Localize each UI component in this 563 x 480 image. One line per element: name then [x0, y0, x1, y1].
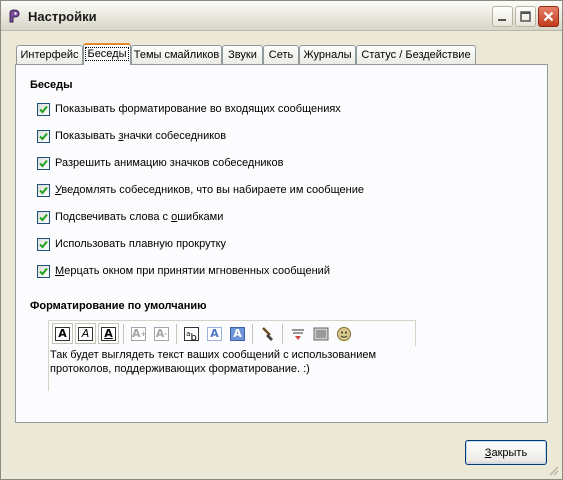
option-label: Мерцать окном при принятии мгновенных со…: [55, 265, 330, 277]
window-title: Настройки: [28, 9, 97, 24]
tab-interface[interactable]: Интерфейс: [16, 45, 83, 64]
tab-sounds[interactable]: Звуки: [222, 45, 263, 64]
checkmark-icon: [39, 105, 48, 113]
checkbox[interactable]: [37, 102, 50, 116]
minimize-icon: [498, 19, 506, 21]
italic-button[interactable]: A: [75, 323, 96, 344]
clear-formatting-button[interactable]: [257, 323, 278, 344]
tab-logging[interactable]: Журналы: [299, 45, 356, 64]
font-bigger-button[interactable]: A+: [128, 323, 149, 344]
background-color-icon: A: [230, 326, 245, 341]
preferences-window: Настройки Интерфейс Беседы Темы смайлико…: [0, 0, 563, 480]
close-icon: [543, 11, 554, 22]
option-label: Показывать значки собеседников: [55, 130, 227, 142]
checkmark-icon: [39, 132, 48, 140]
option-flash-window[interactable]: Мерцать окном при принятии мгновенных со…: [37, 264, 330, 278]
close-button[interactable]: Закрыть: [465, 440, 547, 465]
option-label: Показывать форматирование во входящих со…: [55, 103, 341, 115]
option-highlight-misspelled[interactable]: Подсвечивать слова с ошибками: [37, 210, 223, 224]
checkbox[interactable]: [37, 183, 50, 197]
checkmark-icon: [39, 267, 48, 275]
insert-image-icon: [313, 327, 328, 340]
tab-smiley-themes[interactable]: Темы смайликов: [131, 45, 222, 64]
font-smaller-icon: A-: [154, 326, 169, 341]
option-show-buddy-icons[interactable]: Показывать значки собеседников: [37, 129, 226, 143]
title-bar[interactable]: Настройки: [1, 1, 562, 31]
maximize-button[interactable]: [515, 6, 536, 27]
clear-formatting-icon: [261, 326, 273, 341]
font-smaller-button[interactable]: A-: [151, 323, 172, 344]
checkbox[interactable]: [37, 129, 50, 143]
italic-icon: A: [78, 326, 93, 341]
formatting-toolbar: A A A A+ A- ab A A: [48, 320, 416, 346]
checkbox[interactable]: [37, 156, 50, 170]
checkmark-icon: [39, 240, 48, 248]
bold-button[interactable]: A: [52, 323, 73, 344]
toolbar-separator: [252, 323, 253, 344]
conversations-heading: Беседы: [30, 79, 73, 91]
bold-icon: A: [55, 326, 70, 341]
preview-text-line: протоколов, поддерживающих форматировани…: [50, 363, 310, 375]
option-send-typing-notifications[interactable]: Уведомлять собеседников, что вы набирает…: [37, 183, 364, 197]
toolbar-separator: [282, 323, 283, 344]
option-show-formatting[interactable]: Показывать форматирование во входящих со…: [37, 102, 341, 116]
insert-smiley-icon: [336, 326, 351, 341]
tab-conversations[interactable]: Беседы: [83, 43, 131, 65]
minimize-button[interactable]: [492, 6, 513, 27]
insert-smiley-button[interactable]: [333, 323, 354, 344]
tab-network[interactable]: Сеть: [263, 45, 299, 64]
option-label: Использовать плавную прокрутку: [55, 238, 227, 250]
pidgin-icon: [9, 9, 20, 23]
insert-link-icon: [291, 328, 304, 340]
underline-button[interactable]: A: [98, 323, 119, 344]
font-face-button[interactable]: ab: [181, 323, 202, 344]
resize-grip-icon[interactable]: [547, 464, 559, 476]
checkmark-icon: [39, 186, 48, 194]
foreground-color-icon: A: [207, 326, 222, 341]
option-animate-buddy-icons[interactable]: Разрешить анимацию значков собеседников: [37, 156, 283, 170]
toolbar-separator: [176, 323, 177, 344]
default-formatting-heading: Форматирование по умолчанию: [30, 300, 207, 312]
checkmark-icon: [39, 213, 48, 221]
checkbox[interactable]: [37, 237, 50, 251]
option-label: Разрешить анимацию значков собеседников: [55, 157, 284, 169]
checkbox[interactable]: [37, 264, 50, 278]
checkbox[interactable]: [37, 210, 50, 224]
preview-text-line: Так будет выглядеть текст ваших сообщени…: [50, 349, 377, 361]
option-label: Уведомлять собеседников, что вы набирает…: [55, 184, 364, 196]
background-color-button[interactable]: A: [227, 323, 248, 344]
close-button-label: Закрыть: [484, 446, 528, 459]
checkmark-icon: [39, 159, 48, 167]
tab-status-idle[interactable]: Статус / Бездействие: [356, 45, 476, 64]
foreground-color-button[interactable]: A: [204, 323, 225, 344]
close-window-button[interactable]: [538, 6, 559, 27]
formatting-preview[interactable]: Так будет выглядеть текст ваших сообщени…: [48, 346, 416, 391]
maximize-icon: [520, 11, 531, 22]
font-bigger-icon: A+: [131, 326, 147, 341]
insert-image-button[interactable]: [310, 323, 331, 344]
insert-link-button[interactable]: [287, 323, 308, 344]
font-face-icon: ab: [184, 326, 199, 343]
toolbar-separator: [123, 323, 124, 344]
option-label: Подсвечивать слова с ошибками: [55, 211, 224, 223]
option-smooth-scrolling[interactable]: Использовать плавную прокрутку: [37, 237, 226, 251]
underline-icon: A: [101, 326, 116, 341]
